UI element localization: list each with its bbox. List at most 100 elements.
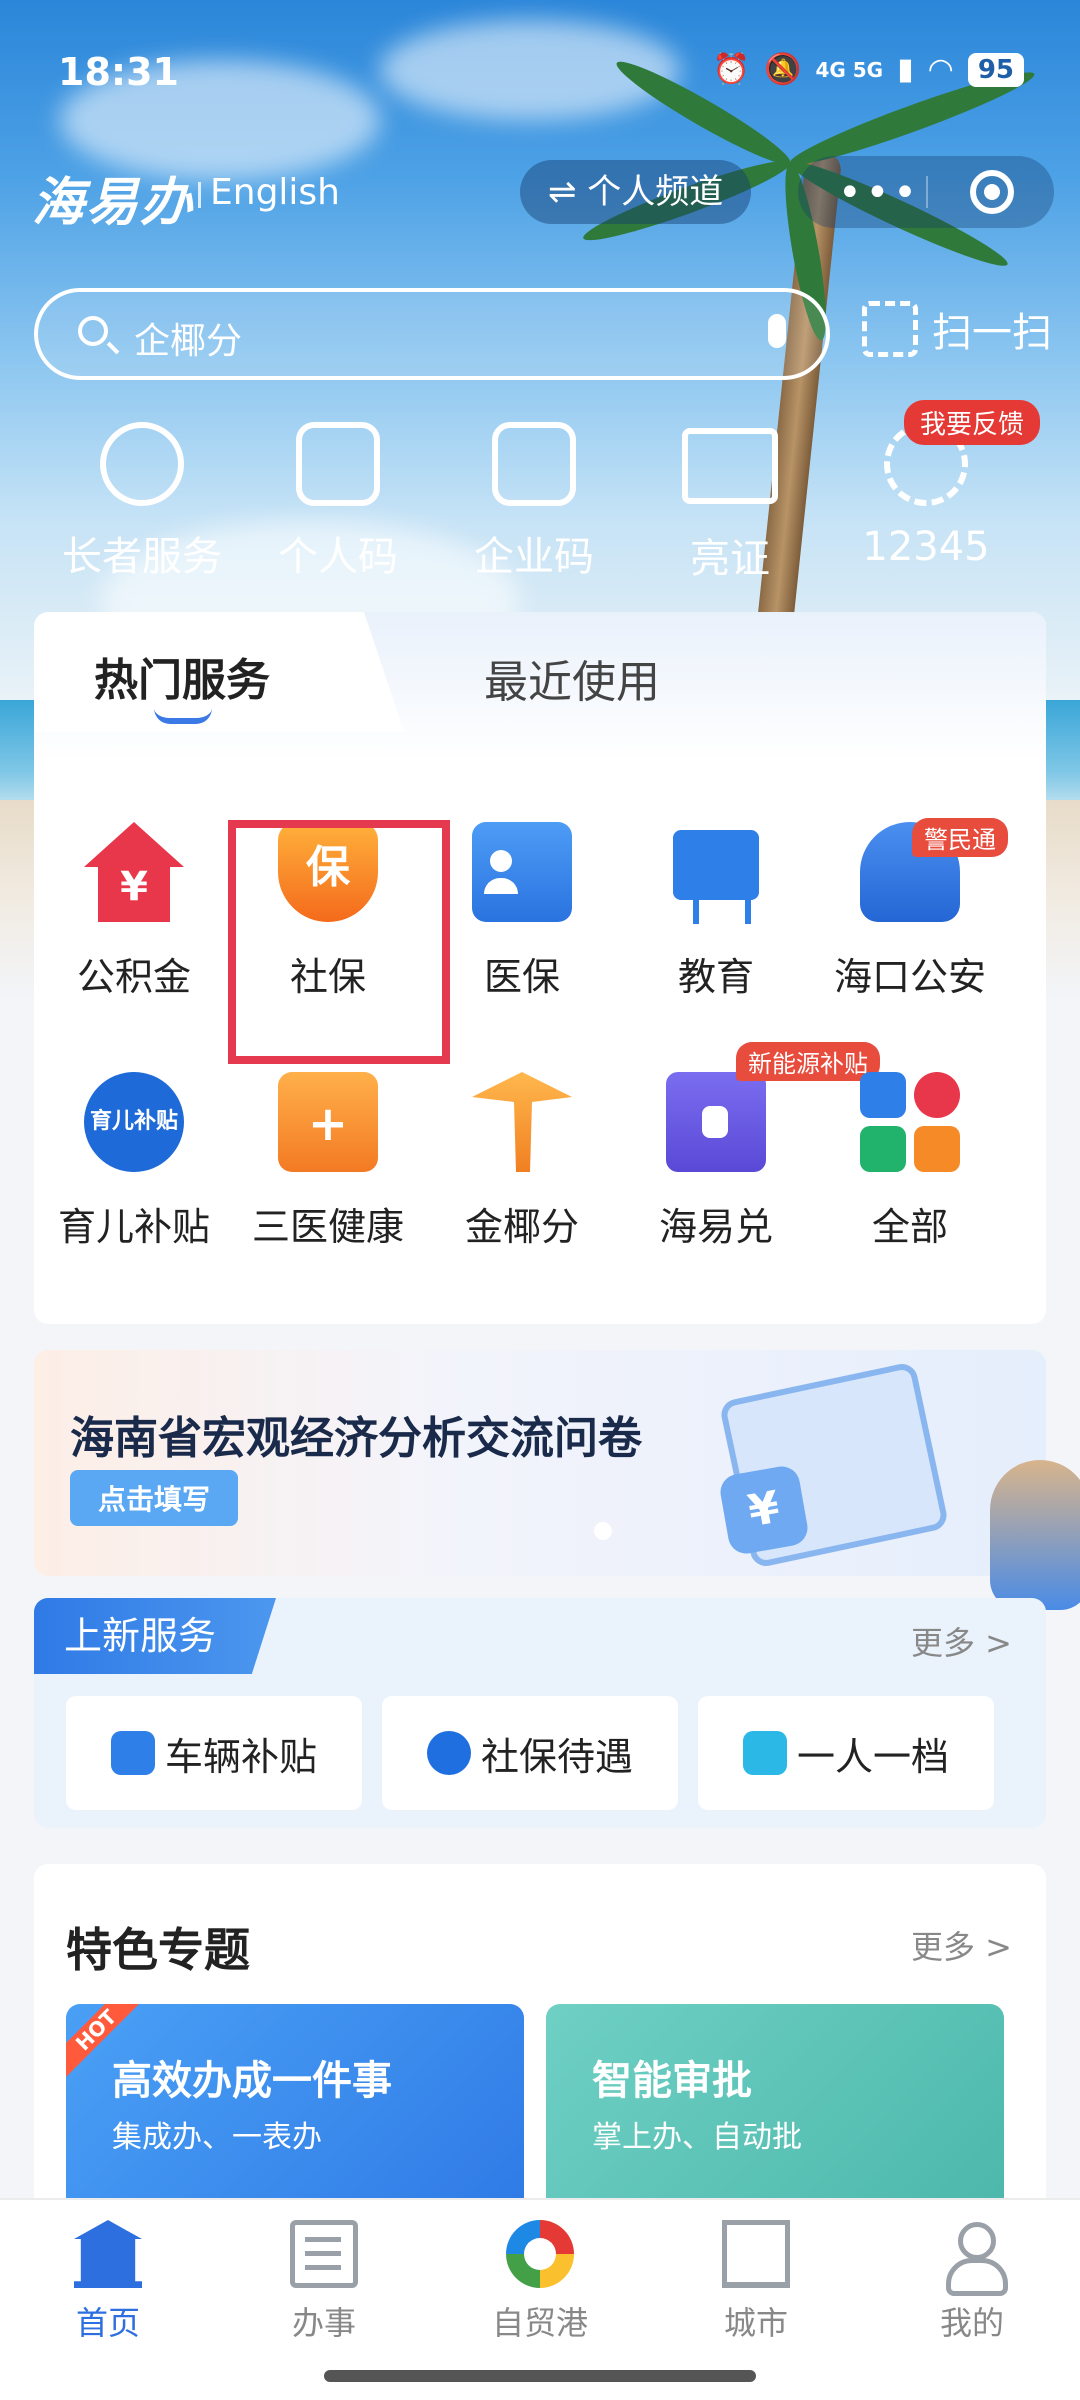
tab-home[interactable]: 首页	[0, 2220, 216, 2344]
city-building-icon	[722, 2220, 790, 2288]
qr-code-icon	[296, 422, 380, 506]
tab-label: 城市	[723, 2304, 788, 2342]
yuan-coin-icon: ¥	[717, 1463, 811, 1557]
home-indicator	[324, 2370, 756, 2382]
quick-entry-label: 12345	[862, 524, 990, 570]
carousel-indicator	[594, 1522, 612, 1540]
quick-entry-personal-code[interactable]: 个人码	[238, 410, 438, 582]
search-icon	[78, 316, 108, 346]
battery-indicator: 95	[967, 52, 1024, 87]
scan-button[interactable]: 扫一扫	[862, 300, 1052, 358]
featured-card-smart-approval[interactable]: 智能审批 掌上办、自动批	[546, 2004, 1004, 2204]
new-service-social-security-benefits[interactable]: 社保待遇	[382, 1696, 678, 1810]
heart-plus-icon	[100, 422, 184, 506]
language-switch[interactable]: English	[198, 172, 340, 213]
network-label: 4G 5G	[815, 57, 884, 82]
service-all[interactable]: 全部	[810, 1072, 1010, 1251]
fill-survey-button[interactable]: 点击填写	[70, 1470, 239, 1526]
app-logo: 海易办	[32, 173, 195, 233]
service-label: 全部	[871, 1205, 948, 1249]
service-medical-insurance[interactable]: 医保	[422, 822, 622, 1001]
exchange-phone-icon	[666, 1072, 766, 1172]
house-fund-icon: ¥	[84, 822, 184, 922]
search-input[interactable]: 企椰分	[134, 312, 242, 364]
service-hai-yi-dui[interactable]: 海易兑	[616, 1072, 816, 1251]
new-service-label: 一人一档	[796, 1734, 949, 1779]
featured-card-title: 高效办成一件事	[112, 2058, 392, 2104]
profile-icon	[938, 2220, 1008, 2296]
palm-tree-icon	[472, 1072, 572, 1172]
close-target-icon[interactable]	[970, 170, 1014, 214]
featured-card-title: 智能审批	[592, 2058, 752, 2104]
home-icon	[74, 2220, 142, 2288]
search-bar[interactable]: 企椰分	[34, 288, 830, 380]
app-header: 海易办 English ⇌ 个人频道 •••	[0, 150, 1080, 240]
capsule-divider	[926, 176, 928, 208]
social-security-icon	[426, 1731, 471, 1775]
quick-entry-label: 长者服务	[62, 534, 222, 580]
new-services-more-link[interactable]: 更多 >	[911, 1618, 1012, 1664]
status-bar: 18:31 ⏰ 🔕 4G 5G ▮ ◠ 95	[0, 0, 1080, 140]
free-trade-port-icon	[506, 2220, 574, 2288]
tab-hot-services[interactable]: 热门服务	[94, 644, 270, 708]
status-time: 18:31	[58, 50, 179, 94]
tab-free-trade-port[interactable]: 自贸港	[432, 2220, 648, 2344]
microphone-icon[interactable]	[768, 314, 786, 348]
scan-label: 扫一扫	[932, 310, 1052, 356]
quick-entry-elder-service[interactable]: 长者服务	[42, 410, 242, 582]
all-apps-icon	[860, 1072, 960, 1172]
featured-card-subtitle: 集成办、一表办	[112, 2120, 322, 2155]
scan-icon	[862, 301, 918, 357]
service-health[interactable]: + 三医健康	[228, 1072, 428, 1251]
service-education[interactable]: 教育	[616, 822, 816, 1001]
service-label: 海易兑	[658, 1205, 773, 1249]
more-dots-icon[interactable]: •••	[838, 170, 921, 216]
new-services-section: 上新服务 更多 > 车辆补贴 社保待遇 一人一档	[34, 1598, 1046, 1828]
mascot-floating-button[interactable]	[990, 1460, 1080, 1610]
personal-channel-button[interactable]: ⇌ 个人频道	[520, 160, 752, 224]
service-label: 教育	[677, 955, 754, 999]
featured-card-one-thing[interactable]: HOT 高效办成一件事 集成办、一表办	[66, 2004, 524, 2204]
feedback-badge[interactable]: 我要反馈	[904, 400, 1041, 445]
tab-label: 我的	[939, 2304, 1004, 2342]
tab-services[interactable]: 办事	[216, 2220, 432, 2344]
tab-label: 办事	[291, 2304, 356, 2342]
service-label: 医保	[483, 955, 560, 999]
status-icons: ⏰ 🔕 4G 5G ▮ ◠ 95	[713, 52, 1024, 87]
survey-banner[interactable]: 海南省宏观经济分析交流问卷 点击填写 ¥	[34, 1350, 1046, 1576]
service-golden-coconut[interactable]: 金椰分	[422, 1072, 622, 1251]
new-service-personal-file[interactable]: 一人一档	[698, 1696, 994, 1810]
tab-city[interactable]: 城市	[648, 2220, 864, 2344]
new-service-vehicle-subsidy[interactable]: 车辆补贴	[66, 1696, 362, 1810]
new-services-title: 上新服务	[34, 1598, 277, 1674]
education-board-icon	[673, 830, 759, 924]
medkit-icon: +	[278, 1072, 378, 1172]
quick-entry-show-certificate[interactable]: 亮证	[630, 410, 830, 584]
featured-title: 特色专题	[66, 1923, 250, 1977]
featured-topics-section: 特色专题 更多 > HOT 高效办成一件事 集成办、一表办 智能审批 掌上办、自…	[34, 1864, 1046, 2204]
wifi-icon: ◠	[927, 52, 954, 87]
active-tab-indicator	[154, 708, 212, 724]
police-badge: 警民通	[912, 818, 1008, 857]
new-service-label: 社保待遇	[480, 1734, 633, 1779]
vehicle-subsidy-icon	[110, 1731, 155, 1775]
services-card: 热门服务 最近使用 ¥ 公积金 保 社保 医保 教育 海口公安 警民通 育儿补贴	[34, 612, 1046, 1324]
featured-more-link[interactable]: 更多 >	[911, 1922, 1012, 1968]
services-tabs: 热门服务 最近使用	[34, 612, 1046, 760]
service-childcare-subsidy[interactable]: 育儿补贴 育儿补贴	[34, 1072, 234, 1251]
service-label: 三医健康	[251, 1205, 404, 1249]
id-card-icon	[682, 428, 778, 504]
tab-label: 首页	[75, 2304, 140, 2342]
alarm-icon: ⏰	[712, 52, 751, 87]
highlight-box	[228, 820, 450, 1064]
quick-entries: 长者服务 个人码 企业码 亮证 12345 我要反馈	[0, 400, 1080, 590]
banner-title: 海南省宏观经济分析交流问卷	[70, 1413, 642, 1464]
tab-me[interactable]: 我的	[864, 2220, 1080, 2344]
service-label: 金椰分	[464, 1205, 579, 1249]
service-housing-fund[interactable]: ¥ 公积金	[34, 822, 234, 1001]
featured-card-subtitle: 掌上办、自动批	[592, 2120, 802, 2155]
tab-recently-used[interactable]: 最近使用	[484, 646, 660, 710]
quick-entry-enterprise-code[interactable]: 企业码	[434, 410, 634, 582]
service-label: 公积金	[76, 955, 191, 999]
quick-entry-label: 企业码	[474, 534, 594, 580]
